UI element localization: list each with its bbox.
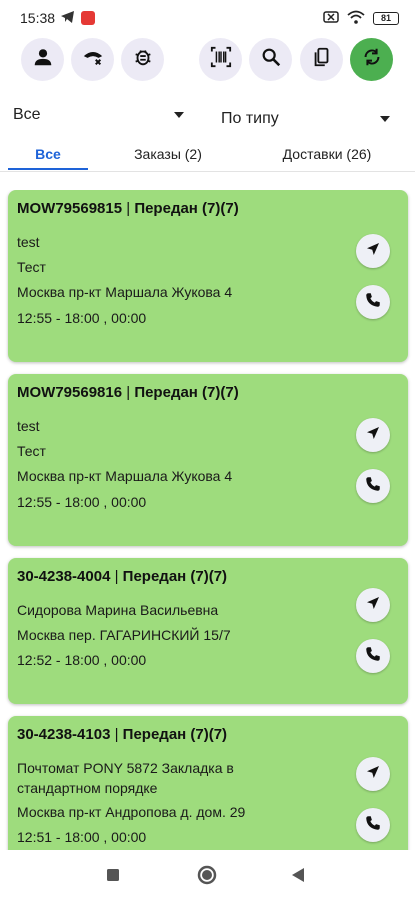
card-client: test <box>17 418 40 434</box>
navigate-button[interactable] <box>356 234 390 268</box>
all-filter-select[interactable]: Все <box>13 100 193 130</box>
card-address: Москва пр-кт Андропова д. дом. 29 <box>17 804 246 820</box>
navigation-arrow-icon <box>364 763 382 786</box>
card-client: test <box>17 234 40 250</box>
search-icon <box>260 46 282 73</box>
call-button[interactable] <box>356 285 390 319</box>
navigation-arrow-icon <box>364 240 382 263</box>
tab-bar: Все Заказы (2) Доставки (26) <box>0 138 415 172</box>
call-button[interactable] <box>356 469 390 503</box>
system-navigation-bar <box>0 850 415 900</box>
card-code: MOW79569816 <box>17 384 123 401</box>
dropdown-arrow-icon <box>380 116 390 122</box>
card-time-window: 12:51 - 18:00 , 00:00 <box>17 829 147 845</box>
barcode-icon <box>210 46 232 73</box>
card-separator: | <box>126 384 131 401</box>
sim-off-icon <box>323 10 339 26</box>
status-bar: 15:38 81 <box>0 0 415 36</box>
filters: Все По типу <box>0 100 415 136</box>
delivery-card[interactable]: 30-4238-4103 | Передан (7)(7) Почтомат P… <box>8 716 408 850</box>
card-code: 30-4238-4103 <box>17 726 111 743</box>
card-title: MOW79569815 | Передан (7)(7) <box>17 200 239 217</box>
call-button[interactable] <box>356 639 390 673</box>
copy-button[interactable] <box>300 38 343 81</box>
navigate-button[interactable] <box>356 418 390 452</box>
tab-indicator <box>8 168 88 170</box>
card-recipient: Почтомат PONY 5872 Закладка в стандартно… <box>17 760 234 796</box>
card-title: MOW79569816 | Передан (7)(7) <box>17 384 239 401</box>
card-code: 30-4238-4004 <box>17 568 111 585</box>
card-separator: | <box>114 568 119 585</box>
bug-icon <box>132 46 154 73</box>
copy-icon <box>311 46 333 73</box>
toolbar <box>0 38 415 82</box>
hide-icon <box>82 46 104 73</box>
card-time-window: 12:55 - 18:00 , 00:00 <box>17 310 147 326</box>
back-button[interactable] <box>291 867 305 888</box>
delivery-list[interactable]: MOW79569815 | Передан (7)(7) test Тест М… <box>0 190 415 850</box>
card-separator: | <box>126 200 131 217</box>
all-filter-value: Все <box>13 106 41 123</box>
navigation-arrow-icon <box>364 424 382 447</box>
call-button[interactable] <box>356 808 390 842</box>
navigate-button[interactable] <box>356 757 390 791</box>
card-address: Москва пер. ГАГАРИНСКИЙ 15/7 <box>17 627 231 643</box>
phone-icon <box>364 475 382 498</box>
card-recipient: Сидорова Марина Васильевна <box>17 602 219 618</box>
delivery-card[interactable]: 30-4238-4004 | Передан (7)(7) Сидорова М… <box>8 558 408 704</box>
profile-icon <box>32 46 54 73</box>
phone-icon <box>364 814 382 837</box>
card-address: Москва пр-кт Маршала Жукова 4 <box>17 468 233 484</box>
dropdown-arrow-icon <box>174 112 184 118</box>
type-filter-select[interactable]: По типу <box>221 104 396 134</box>
app-notification-icon <box>81 11 96 25</box>
wifi-icon <box>347 10 365 27</box>
delivery-card[interactable]: MOW79569816 | Передан (7)(7) test Тест М… <box>8 374 408 546</box>
telegram-icon <box>61 10 75 26</box>
navigation-arrow-icon <box>364 594 382 617</box>
card-separator: | <box>114 726 119 743</box>
card-status: Передан (7)(7) <box>134 384 239 401</box>
card-title: 30-4238-4103 | Передан (7)(7) <box>17 726 227 743</box>
card-status: Передан (7)(7) <box>122 568 228 585</box>
status-time: 15:38 <box>20 10 56 26</box>
card-status: Передан (7)(7) <box>134 200 239 217</box>
type-filter-value: По типу <box>221 110 279 127</box>
debug-button[interactable] <box>121 38 164 81</box>
circle-icon <box>197 865 217 889</box>
tab-deliveries[interactable]: Доставки (26) <box>262 138 392 170</box>
sync-button[interactable] <box>350 38 393 81</box>
home-button[interactable] <box>197 865 217 890</box>
card-time-window: 12:52 - 18:00 , 00:00 <box>17 652 147 668</box>
tab-orders[interactable]: Заказы (2) <box>110 138 226 170</box>
card-address: Москва пр-кт Маршала Жукова 4 <box>17 284 233 300</box>
phone-icon <box>364 645 382 668</box>
phone-icon <box>364 291 382 314</box>
navigate-button[interactable] <box>356 588 390 622</box>
card-status: Передан (7)(7) <box>122 726 228 743</box>
hide-button[interactable] <box>71 38 114 81</box>
card-code: MOW79569815 <box>17 200 123 217</box>
recent-apps-button[interactable] <box>106 868 120 887</box>
card-recipient: Тест <box>17 259 46 275</box>
barcode-button[interactable] <box>199 38 242 81</box>
tab-all[interactable]: Все <box>8 138 88 170</box>
card-time-window: 12:55 - 18:00 , 00:00 <box>17 494 147 510</box>
search-button[interactable] <box>249 38 292 81</box>
delivery-card[interactable]: MOW79569815 | Передан (7)(7) test Тест М… <box>8 190 408 362</box>
back-triangle-icon <box>291 868 305 887</box>
sync-icon <box>361 46 383 73</box>
card-title: 30-4238-4004 | Передан (7)(7) <box>17 568 227 585</box>
square-icon <box>106 869 120 886</box>
profile-button[interactable] <box>21 38 64 81</box>
card-recipient: Тест <box>17 443 46 459</box>
battery-icon: 81 <box>373 11 399 25</box>
